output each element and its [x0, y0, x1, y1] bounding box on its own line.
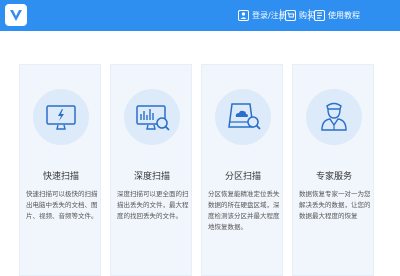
card-description: 深度扫描可以更全面的扫描出丢失的文件，最大程度的找回丢失的文件。	[117, 190, 189, 220]
monitor-chart-icon	[136, 105, 170, 131]
cart-icon	[285, 9, 296, 21]
card-title: 专家服务	[315, 172, 352, 182]
card-description: 分区恢复能精准定位丢失数据的所在硬盘区域，深度检测该分区并最大程度地恢复数据。	[208, 190, 280, 231]
book-icon	[314, 9, 325, 21]
card-title: 分区扫描	[224, 172, 261, 182]
title-bar: 登录/注册 购买 使用教程	[0, 0, 400, 31]
quick-scan-icon-circle	[33, 89, 89, 145]
card-title: 快速扫描	[42, 172, 79, 182]
divider	[309, 9, 310, 21]
card-title: 深度扫描	[133, 172, 170, 182]
expert-person-icon	[321, 102, 347, 131]
app-logo-icon	[5, 4, 27, 26]
deep-scan-card[interactable]: 深度扫描 深度扫描可以更全面的扫描出丢失的文件，最大程度的找回丢失的文件。	[110, 64, 192, 276]
expert-service-icon-circle	[306, 89, 362, 145]
partition-scan-icon-circle	[215, 89, 271, 145]
buy-label: 购买	[299, 10, 315, 20]
tutorial-button[interactable]: 使用教程	[314, 7, 360, 23]
main-panel: 快速扫描 快速扫描可以极快的扫描出电脑中丢失的文档、图片、视频、音频等文件。 深…	[0, 31, 400, 276]
expert-service-card[interactable]: 专家服务 数据恢复专家一对一为您解决丢失的数据，让您的数据最大程度的恢复	[292, 64, 374, 276]
login-register-label: 登录/注册	[252, 10, 287, 20]
card-description: 数据恢复专家一对一为您解决丢失的数据，让您的数据最大程度的恢复	[299, 190, 371, 220]
monitor-lightning-icon	[46, 105, 76, 130]
tutorial-label: 使用教程	[328, 10, 360, 20]
card-description: 快速扫描可以极快的扫描出电脑中丢失的文档、图片、视频、音频等文件。	[26, 190, 98, 220]
quick-scan-card[interactable]: 快速扫描 快速扫描可以极快的扫描出电脑中丢失的文档、图片、视频、音频等文件。	[19, 64, 101, 276]
divider	[280, 9, 281, 21]
user-icon	[238, 9, 249, 21]
partition-scan-card[interactable]: 分区扫描 分区恢复能精准定位丢失数据的所在硬盘区域，深度检测该分区并最大程度地恢…	[201, 64, 283, 276]
deep-scan-icon-circle	[124, 89, 180, 145]
buy-button[interactable]: 购买	[285, 7, 315, 23]
drive-cloud-icon	[228, 103, 261, 130]
